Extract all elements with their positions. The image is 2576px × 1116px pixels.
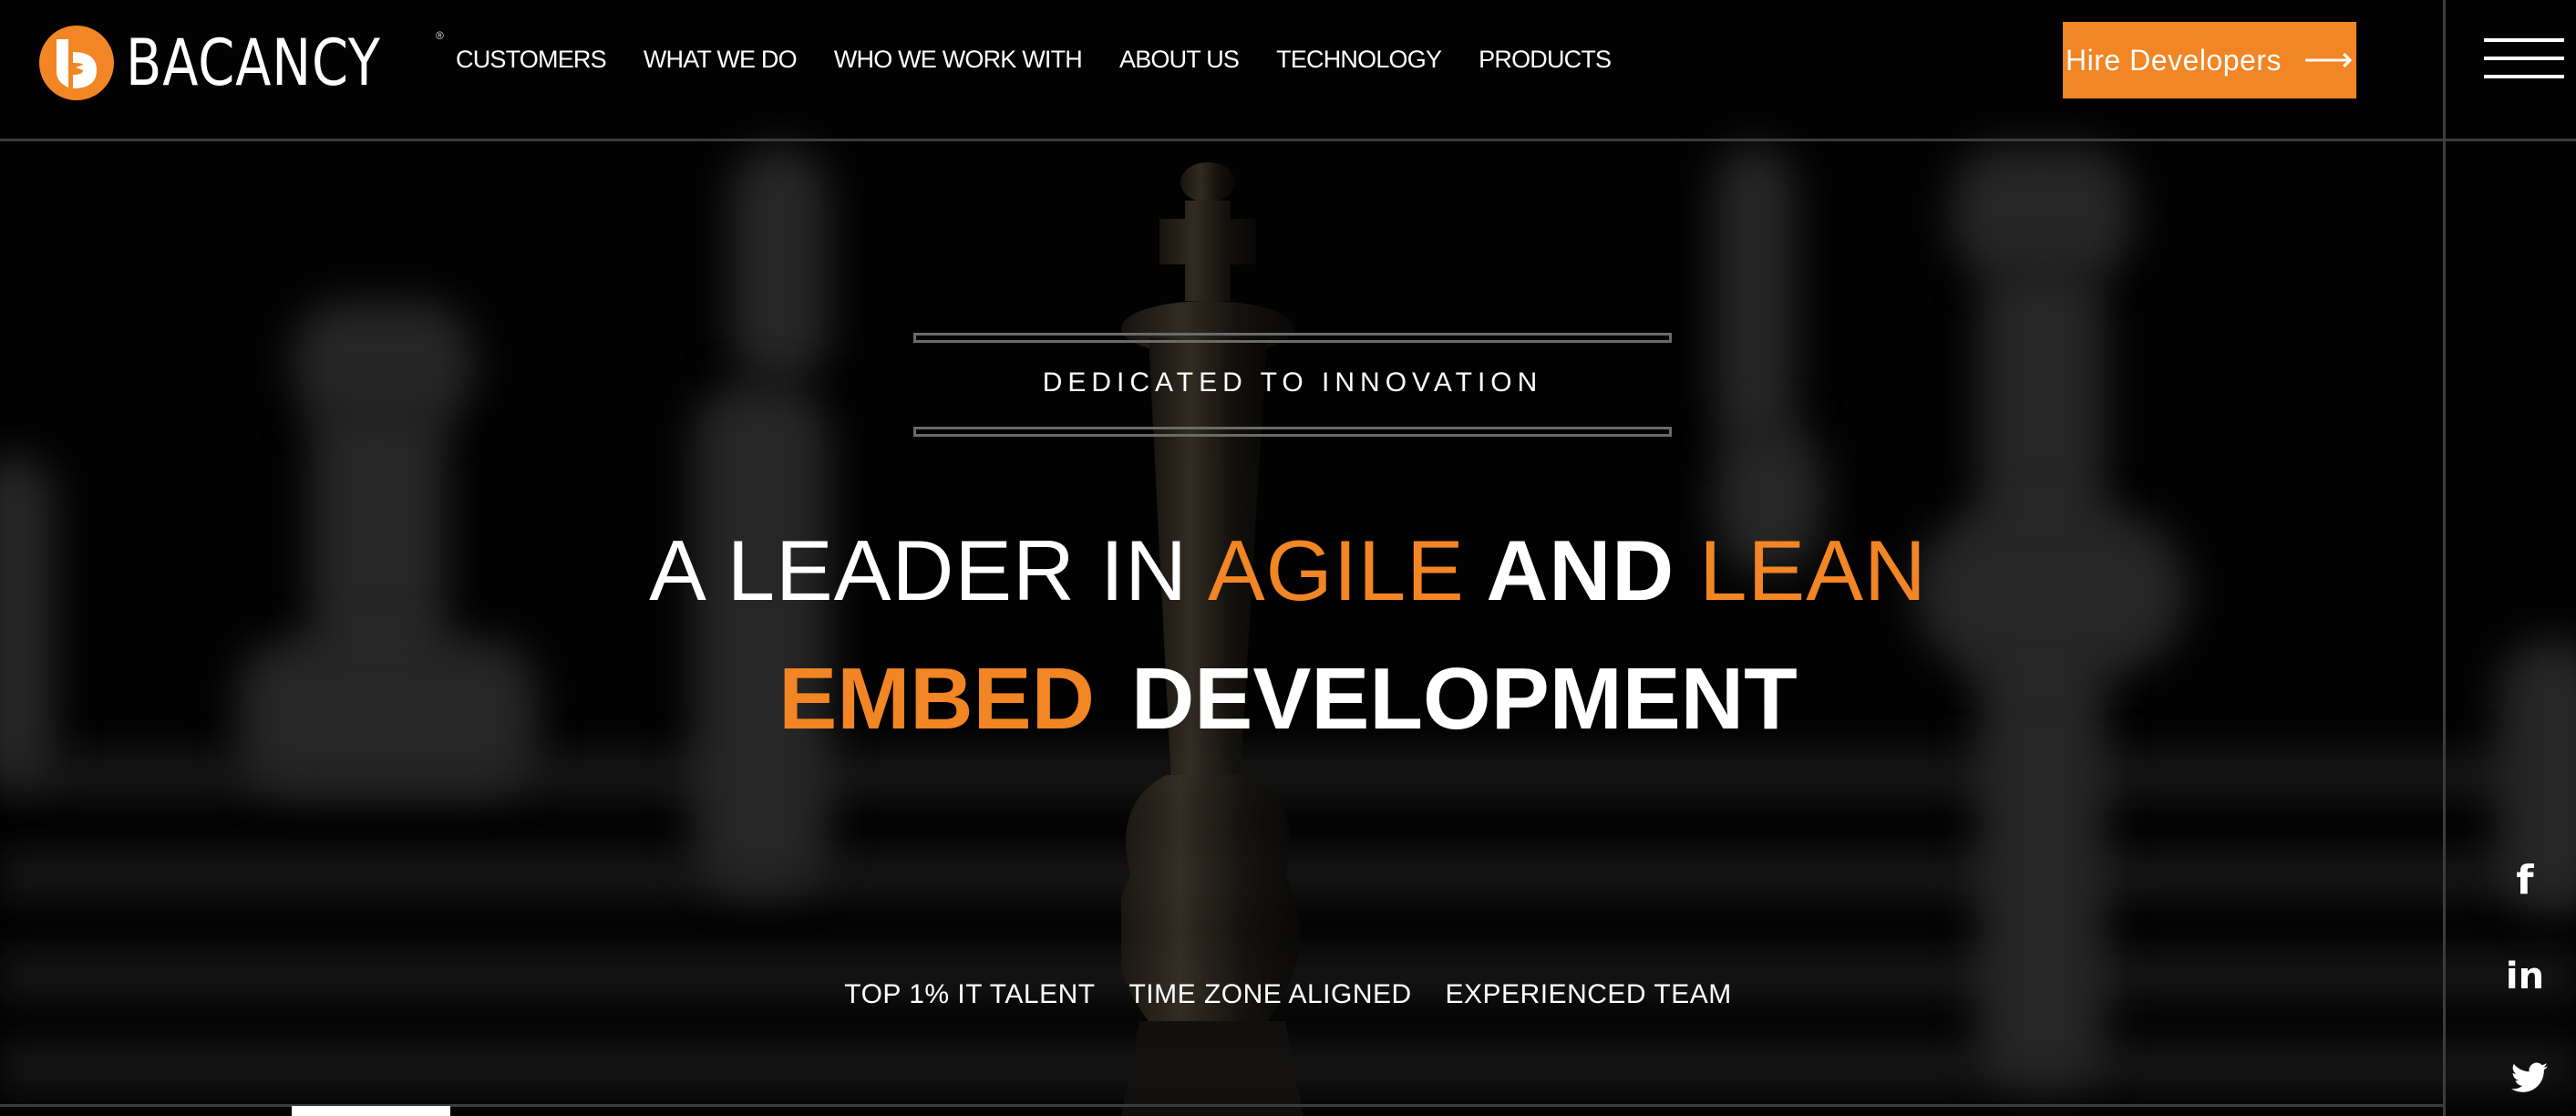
feature-item: EXPERIENCED TEAM [1445,979,1732,1009]
headline-highlight-lean: LEAN [1699,522,1927,618]
headline-highlight-agile: AGILE [1207,522,1465,618]
feature-item: TIME ZONE ALIGNED [1128,979,1412,1009]
nav-item-technology[interactable]: TECHNOLOGY [1276,42,1442,77]
blurred-piece [1951,146,2133,283]
nav-item-what-we-do[interactable]: WHAT WE DO [644,42,798,77]
hero-features: TOP 1% IT TALENT TIME ZONE ALIGNED EXPER… [0,979,2576,1010]
headline-text-and: AND [1464,522,1700,618]
arrow-right-icon: ⟶ [2303,41,2354,79]
nav-item-about-us[interactable]: ABOUT US [1119,42,1240,77]
headline-text: A LEADER IN [649,522,1208,618]
hero-headline-line2: EMBED DEVELOPMENT [0,649,2576,749]
nav-item-who-we-work-with[interactable]: WHO WE WORK WITH [834,42,1083,77]
brand-name: BACANCY [126,26,381,100]
brand-logo[interactable]: BACANCY ® [38,24,444,102]
tagline-block: DEDICATED TO INNOVATION [913,333,1672,437]
headline-highlight-embed: EMBED [778,650,1095,748]
linkedin-icon[interactable]: in [2498,956,2552,997]
nav-item-customers[interactable]: CUSTOMERS [456,42,607,77]
chess-king-image [1121,162,1303,1116]
decorative-line [913,427,1672,437]
hamburger-menu-icon[interactable] [2484,38,2566,80]
headline-text-development: DEVELOPMENT [1130,650,1798,748]
site-header: BACANCY ® CUSTOMERS WHAT WE DO WHO WE WO… [0,0,2576,141]
main-nav: CUSTOMERS WHAT WE DO WHO WE WORK WITH AB… [456,42,1648,77]
registered-mark: ® [436,29,444,42]
bacancy-b-logo-icon [39,26,114,100]
hero-tagline: DEDICATED TO INNOVATION [1042,367,1543,398]
decorative-line [913,333,1672,343]
hire-developers-label: Hire Developers [2066,43,2282,77]
hire-developers-button[interactable]: Hire Developers ⟶ [2063,22,2356,98]
facebook-icon[interactable]: f [2498,857,2552,904]
nav-item-products[interactable]: PRODUCTS [1479,42,1612,77]
feature-item: TOP 1% IT TALENT [844,979,1096,1009]
blurred-piece [1714,146,1796,447]
twitter-icon[interactable] [2498,1062,2552,1098]
hero-headline-line1: A LEADER IN AGILE AND LEAN [0,522,2576,620]
blurred-piece [729,146,829,383]
slide-indicator-active[interactable] [292,1106,450,1116]
blurred-piece [693,383,829,894]
